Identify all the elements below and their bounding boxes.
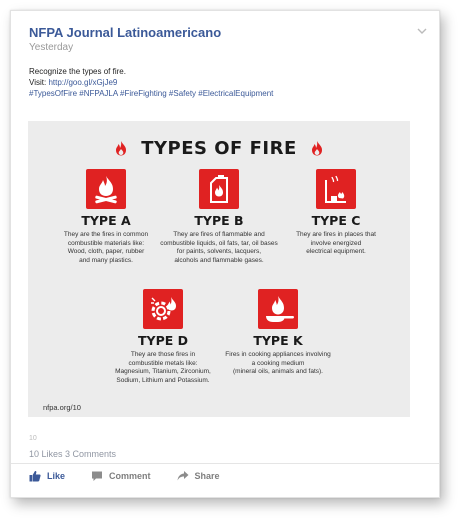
chevron-down-icon[interactable] xyxy=(417,27,427,35)
gear-fire-icon xyxy=(143,289,183,329)
like-label: Like xyxy=(47,471,66,481)
electrical-outlet-fire-icon xyxy=(316,169,356,209)
type-description: They are fires of flammable and combusti… xyxy=(160,231,278,264)
fire-type-c: TYPE C They are fires in places that inv… xyxy=(271,169,401,257)
post-card: NFPA Journal Latinoamericano Yesterday R… xyxy=(10,10,440,498)
type-description: They are those fires in combustible meta… xyxy=(115,351,211,384)
post-hashtags[interactable]: #TypesOfFire #NFPAJLA #FireFighting #Saf… xyxy=(29,88,419,99)
engagement-tick: 10 xyxy=(29,435,37,442)
post-link[interactable]: http://goo.gl/xGjJe9 xyxy=(48,78,117,87)
post-text: Recognize the types of fire. Visit: http… xyxy=(29,66,419,99)
frying-pan-fire-icon xyxy=(258,289,298,329)
types-of-fire-infographic[interactable]: TYPES OF FIRE TYPE A They are the fires … xyxy=(28,121,410,417)
fire-type-k: TYPE K Fires in cooking appliances invol… xyxy=(213,289,343,377)
post-timestamp[interactable]: Yesterday xyxy=(29,42,73,53)
campfire-icon xyxy=(86,169,126,209)
like-button[interactable]: Like xyxy=(29,470,65,482)
divider xyxy=(11,463,439,464)
flame-icon xyxy=(116,141,127,156)
infographic-title-row: TYPES OF FIRE xyxy=(28,137,410,159)
infographic-title: TYPES OF FIRE xyxy=(141,137,297,159)
action-bar: Like Comment Share xyxy=(29,470,220,482)
comment-button[interactable]: Comment xyxy=(91,470,151,482)
engagement-stats[interactable]: 10 Likes 3 Comments xyxy=(29,449,116,459)
type-name: TYPE D xyxy=(137,333,188,348)
share-icon xyxy=(177,471,189,481)
post-visit-line: Visit: http://goo.gl/xGjJe9 xyxy=(29,77,419,88)
visit-label: Visit: xyxy=(29,78,47,87)
page-name-link[interactable]: NFPA Journal Latinoamericano xyxy=(29,25,221,40)
fuel-can-icon xyxy=(199,169,239,209)
type-description: They are fires in places that involve en… xyxy=(296,231,376,255)
fire-type-b: TYPE B They are fires of flammable and c… xyxy=(154,169,284,265)
type-description: Fires in cooking appliances involving a … xyxy=(225,351,331,375)
hashtags-link[interactable]: #TypesOfFire #NFPAJLA #FireFighting #Saf… xyxy=(29,89,273,98)
share-label: Share xyxy=(194,471,220,481)
type-name: TYPE A xyxy=(81,213,131,228)
comment-icon xyxy=(92,471,103,481)
fire-type-a: TYPE A They are the fires in common comb… xyxy=(41,169,171,265)
type-name: TYPE C xyxy=(311,213,361,228)
fire-type-d: TYPE D They are those fires in combustib… xyxy=(98,289,228,385)
share-button[interactable]: Share xyxy=(177,470,220,482)
post-line-1: Recognize the types of fire. xyxy=(29,67,126,76)
type-name: TYPE K xyxy=(253,333,303,348)
type-description: They are the fires in common combustible… xyxy=(63,231,149,264)
thumbs-up-icon xyxy=(29,470,41,482)
flame-icon xyxy=(311,141,322,156)
infographic-source: nfpa.org/10 xyxy=(43,403,81,412)
type-name: TYPE B xyxy=(194,213,244,228)
comment-label: Comment xyxy=(109,471,151,481)
